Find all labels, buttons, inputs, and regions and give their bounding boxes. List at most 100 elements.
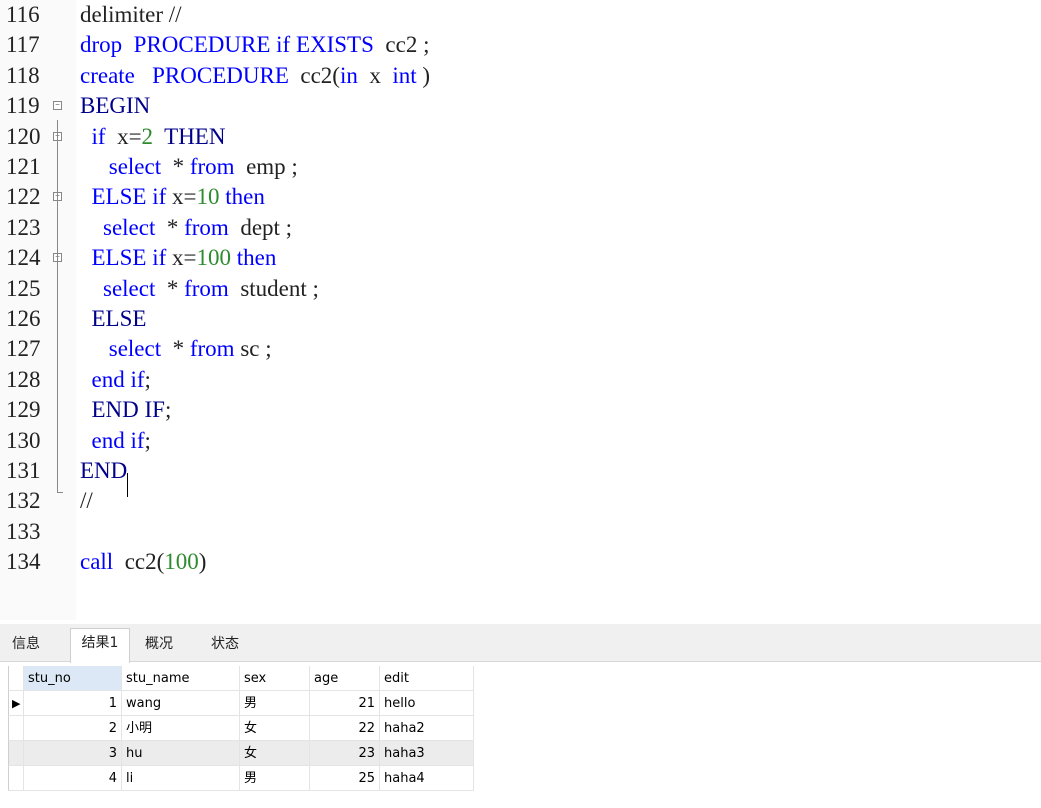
cell-stu-no[interactable]: 4 xyxy=(24,766,122,791)
tab-result-1[interactable]: 结果1 xyxy=(70,628,130,663)
cell-age[interactable]: 25 xyxy=(310,766,380,791)
cell-stu-no[interactable]: 1 xyxy=(24,691,122,716)
code-line[interactable]: 119 − BEGIN xyxy=(0,91,1041,121)
cell-stu-no[interactable]: 3 xyxy=(24,741,122,766)
line-number: 133 xyxy=(6,518,41,544)
code-text: // xyxy=(80,486,93,516)
code-line[interactable]: 132 // xyxy=(0,486,1041,516)
code-token: delimiter // xyxy=(80,2,182,27)
cell-sex[interactable]: 男 xyxy=(240,766,310,791)
result-grid[interactable]: stu_no stu_name sex age edit ▶ 1 wang 男 … xyxy=(8,666,474,808)
code-line[interactable]: 118 create PROCEDURE cc2(in x int ) xyxy=(0,61,1041,91)
column-header-sex[interactable]: sex xyxy=(240,666,310,691)
code-token: * xyxy=(155,275,185,301)
column-header-edit[interactable]: edit xyxy=(380,666,474,691)
cell-stu-name[interactable]: 小明 xyxy=(122,716,240,741)
code-line[interactable]: 116 delimiter // xyxy=(0,0,1041,30)
code-text: BEGIN xyxy=(80,91,150,121)
code-token: ; xyxy=(144,427,151,453)
cell-edit[interactable]: haha2 xyxy=(380,716,474,741)
cell-sex[interactable]: 男 xyxy=(240,691,310,716)
cell-stu-name[interactable]: hu xyxy=(122,741,240,766)
code-line[interactable]: 127 select * from sc ; xyxy=(0,334,1041,364)
code-token: if xyxy=(91,123,106,149)
line-number: 118 xyxy=(6,62,40,88)
code-token: // xyxy=(80,488,93,514)
code-text: drop PROCEDURE if EXISTS cc2 ; xyxy=(80,30,429,60)
fold-toggle-icon[interactable]: − xyxy=(53,101,62,111)
cell-edit[interactable]: haha3 xyxy=(380,741,474,766)
code-token: call xyxy=(80,549,114,575)
code-line[interactable]: 128 end if; xyxy=(0,365,1041,395)
tab-info[interactable]: 信息 xyxy=(4,630,48,658)
cell-age[interactable]: 22 xyxy=(310,716,380,741)
table-row[interactable]: 4 li 男 25 haha4 xyxy=(8,766,474,791)
table-row[interactable]: 2 小明 女 22 haha2 xyxy=(8,716,474,741)
text-cursor xyxy=(127,473,128,497)
code-token: x= xyxy=(105,123,142,149)
tab-status[interactable]: 状态 xyxy=(200,630,250,658)
code-line[interactable]: 124− ELSE if x=100 then xyxy=(0,243,1041,273)
row-indicator xyxy=(8,716,24,741)
code-token: from xyxy=(189,336,235,362)
code-token: ELSE xyxy=(91,306,147,331)
code-token: from xyxy=(184,214,229,240)
code-line[interactable]: 125 select * from student ; xyxy=(0,274,1041,304)
code-token: end if xyxy=(91,366,145,392)
cell-edit[interactable]: hello xyxy=(380,691,474,716)
cell-age[interactable]: 21 xyxy=(310,691,380,716)
line-number: 132 xyxy=(6,488,41,514)
cell-stu-no[interactable]: 2 xyxy=(24,716,122,741)
code-token: select xyxy=(108,154,162,179)
code-line[interactable]: 129 END IF; xyxy=(0,395,1041,425)
column-header-stu-no[interactable]: stu_no xyxy=(24,666,122,691)
cell-sex[interactable]: 女 xyxy=(240,741,310,766)
code-line[interactable]: 121 select * from emp ; xyxy=(0,152,1041,182)
cell-stu-name[interactable]: li xyxy=(122,766,240,791)
table-row[interactable]: 3 hu 女 23 haha3 xyxy=(8,741,474,766)
code-text: ELSE if x=100 then xyxy=(80,243,277,273)
line-number: 125 xyxy=(6,275,41,301)
column-header-stu-name[interactable]: stu_name xyxy=(122,666,240,691)
code-token: END xyxy=(80,458,128,483)
code-line[interactable]: 123 select * from dept ; xyxy=(0,213,1041,243)
code-line[interactable]: 133 xyxy=(0,517,1041,547)
cell-edit[interactable]: haha4 xyxy=(380,766,474,791)
code-token: 2 xyxy=(141,123,154,149)
code-token: dept ; xyxy=(228,214,293,240)
code-line[interactable]: 126 ELSE xyxy=(0,304,1041,334)
cell-stu-name[interactable]: wang xyxy=(122,691,240,716)
code-token: in xyxy=(339,62,358,88)
column-header-age[interactable]: age xyxy=(310,666,380,691)
row-indicator xyxy=(8,766,24,791)
cell-sex[interactable]: 女 xyxy=(240,716,310,741)
code-line[interactable]: 117 drop PROCEDURE if EXISTS cc2 ; xyxy=(0,30,1041,60)
tab-overview[interactable]: 概况 xyxy=(134,630,184,658)
code-text: select * from sc ; xyxy=(80,334,272,364)
line-number: 134 xyxy=(6,549,41,575)
code-line[interactable]: 120− if x=2 THEN xyxy=(0,122,1041,152)
cell-age[interactable]: 23 xyxy=(310,741,380,766)
code-token: x= xyxy=(166,184,197,210)
code-line[interactable]: 130 end if; xyxy=(0,426,1041,456)
code-token: then xyxy=(225,184,265,210)
code-token: select xyxy=(103,275,156,301)
code-text: end if; xyxy=(80,365,151,395)
table-row[interactable]: ▶ 1 wang 男 21 hello xyxy=(8,691,474,716)
code-token: select xyxy=(103,214,156,240)
sql-editor[interactable]: 116 delimiter // 117 drop PROCEDURE if EXIS… xyxy=(0,0,1041,620)
code-line[interactable]: 131 END xyxy=(0,456,1041,486)
code-token: THEN xyxy=(164,123,226,149)
code-token: create PROCEDURE xyxy=(80,62,289,88)
line-number: 128 xyxy=(6,366,41,392)
code-line[interactable]: 134 call cc2(100) xyxy=(0,547,1041,577)
code-token: ; xyxy=(144,366,151,392)
code-line[interactable]: 122− ELSE if x=10 then xyxy=(0,182,1041,212)
code-token: BEGIN xyxy=(80,93,151,119)
